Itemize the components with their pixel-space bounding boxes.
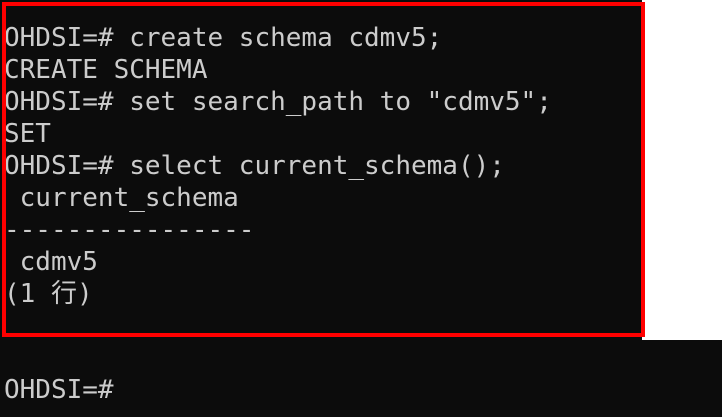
terminal-prompt[interactable]: OHDSI=# xyxy=(4,374,114,406)
result-column-header: current_schema xyxy=(4,183,239,213)
output-line: SET xyxy=(4,119,51,149)
terminal-window[interactable]: OHDSI=# create schema cdmv5; CREATE SCHE… xyxy=(0,0,722,417)
window-edge-bottom xyxy=(642,340,722,417)
result-separator: ---------------- xyxy=(4,215,255,245)
command-line: OHDSI=# create schema cdmv5; xyxy=(4,23,443,53)
output-line: CREATE SCHEMA xyxy=(4,55,208,85)
result-row-count: (1 行) xyxy=(4,279,93,309)
command-line: OHDSI=# select current_schema(); xyxy=(4,151,505,181)
terminal-output: OHDSI=# create schema cdmv5; CREATE SCHE… xyxy=(4,22,552,310)
command-line: OHDSI=# set search_path to "cdmv5"; xyxy=(4,87,552,117)
result-value: cdmv5 xyxy=(4,247,98,277)
